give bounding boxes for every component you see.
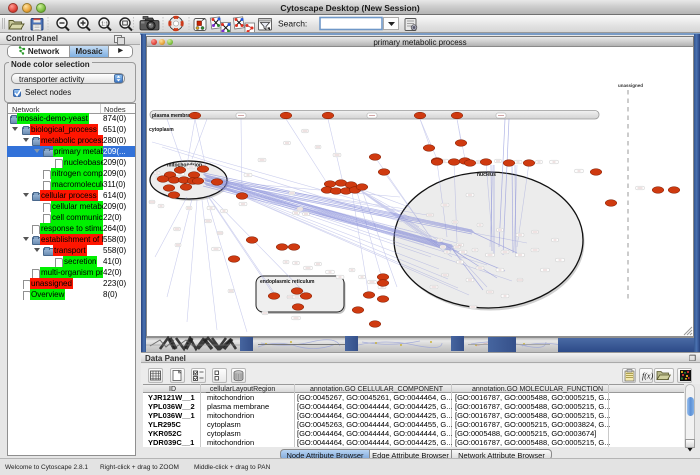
svg-text:Search:: Search:	[278, 19, 307, 29]
svg-text:1:1: 1:1	[101, 21, 108, 27]
svg-text:endoplasmic reticulum: endoplasmic reticulum	[260, 279, 315, 285]
svg-text:nucleus: nucleus	[477, 172, 496, 178]
svg-text:unassigned: unassigned	[618, 83, 643, 88]
svg-text:f(x): f(x)	[642, 372, 653, 381]
svg-text:cytoplasm: cytoplasm	[149, 127, 174, 133]
svg-text:mitochondrion: mitochondrion	[167, 163, 202, 169]
